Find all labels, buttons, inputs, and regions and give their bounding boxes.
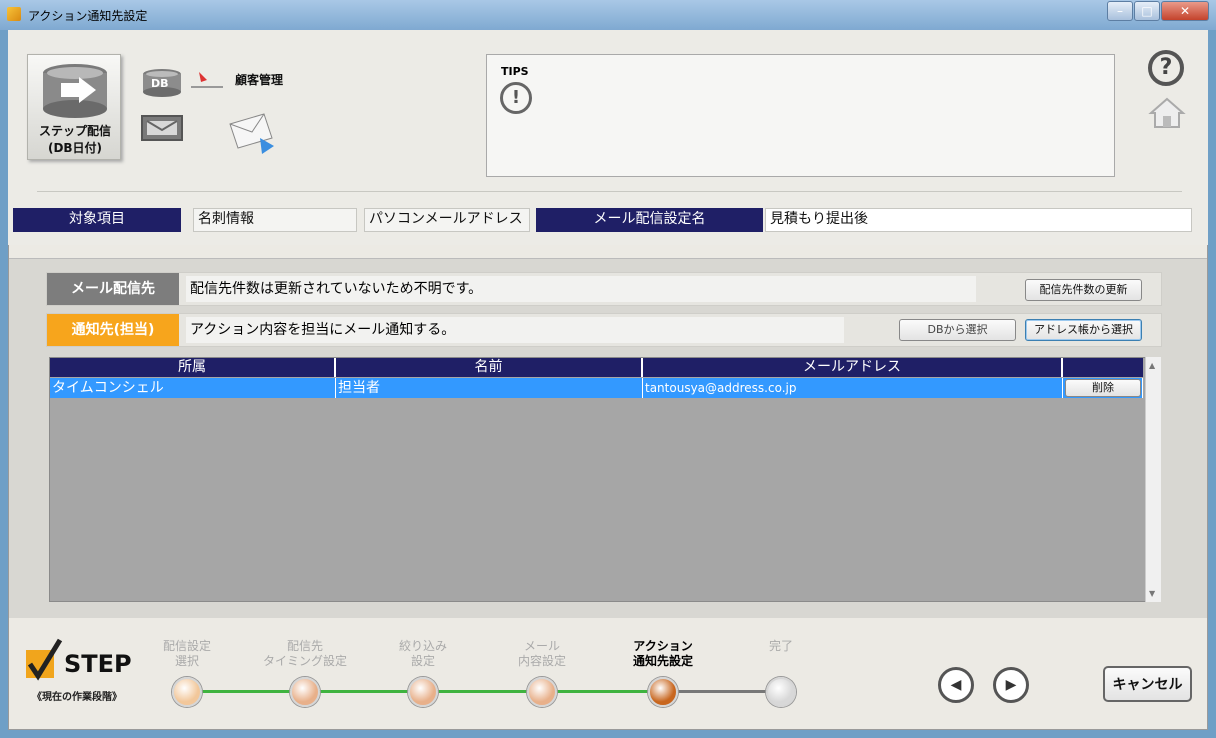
column-header-affiliation[interactable]: 所属 bbox=[50, 358, 336, 377]
step-label-6: 完了 bbox=[726, 639, 836, 654]
step-dot-1 bbox=[172, 677, 202, 707]
home-icon[interactable] bbox=[1148, 96, 1186, 130]
minimize-button[interactable]: – bbox=[1107, 1, 1133, 21]
step-label-line1: メール bbox=[523, 639, 560, 653]
tips-box: TIPS ! bbox=[486, 54, 1115, 177]
column-header-email[interactable]: メールアドレス bbox=[643, 358, 1063, 377]
step-subtitle: 《現在の作業段階》 bbox=[32, 692, 122, 703]
db-export-icon bbox=[43, 64, 107, 118]
divider bbox=[37, 191, 1182, 192]
step-label-line2: 設定 bbox=[410, 654, 435, 668]
select-from-db-button[interactable]: DBから選択 bbox=[899, 319, 1016, 341]
progress-line-remaining bbox=[663, 690, 781, 693]
scroll-down-icon[interactable]: ▼ bbox=[1149, 589, 1155, 598]
db-icon-label: DB bbox=[151, 77, 169, 90]
step-delivery-tile[interactable]: ステップ配信 (DB日付) bbox=[27, 54, 121, 160]
close-button[interactable]: ✕ bbox=[1161, 1, 1209, 21]
step-dot-2 bbox=[290, 677, 320, 707]
step-logo: STEP bbox=[64, 650, 132, 678]
step-dot-4 bbox=[527, 677, 557, 707]
step-label-line1: 配信設定 bbox=[162, 639, 211, 653]
select-from-addressbook-button[interactable]: アドレス帳から選択 bbox=[1025, 319, 1142, 341]
cell-affiliation: タイムコンシェル bbox=[50, 378, 336, 398]
recipient-table: 所属 名前 メールアドレス タイムコンシェル 担当者 tantousya@add… bbox=[49, 357, 1161, 602]
title-bar: アクション通知先設定 – □ ✕ bbox=[0, 0, 1216, 30]
exclamation-icon: ! bbox=[500, 82, 532, 114]
step-panel bbox=[9, 618, 1207, 729]
update-count-button[interactable]: 配信先件数の更新 bbox=[1025, 279, 1142, 301]
maximize-button[interactable]: □ bbox=[1134, 1, 1160, 21]
sql-server-icon bbox=[189, 70, 225, 92]
table-scrollbar[interactable]: ▲ ▼ bbox=[1145, 357, 1161, 602]
delete-button[interactable]: 削除 bbox=[1065, 379, 1141, 397]
step-label-line2: 内容設定 bbox=[517, 654, 566, 668]
cancel-button[interactable]: キャンセル bbox=[1103, 666, 1192, 702]
tips-label: TIPS bbox=[501, 65, 529, 78]
cell-name: 担当者 bbox=[336, 378, 643, 398]
scroll-up-icon[interactable]: ▲ bbox=[1149, 361, 1155, 370]
step-tile-line1: ステップ配信 bbox=[38, 124, 111, 138]
step-label-line1: アクション bbox=[633, 639, 693, 653]
help-icon[interactable]: ? bbox=[1148, 50, 1184, 86]
target-value-card: 名刺情報 bbox=[193, 208, 357, 232]
step-tile-line2: (DB日付) bbox=[47, 141, 103, 155]
cell-action: 削除 bbox=[1063, 378, 1143, 398]
step-dot-6 bbox=[766, 677, 796, 707]
step-label-line1: 配信先 bbox=[286, 639, 323, 653]
window-title: アクション通知先設定 bbox=[28, 9, 148, 23]
step-tile-label: ステップ配信 (DB日付) bbox=[28, 123, 122, 157]
setting-name-value: 見積もり提出後 bbox=[765, 208, 1192, 232]
notify-text: アクション内容を担当にメール通知する。 bbox=[186, 317, 844, 343]
step-label-4: メール 内容設定 bbox=[487, 639, 597, 669]
step-check-icon bbox=[24, 636, 63, 681]
mail-delivery-label: メール配信先 bbox=[47, 273, 179, 305]
db-name: 顧客管理 bbox=[235, 73, 284, 87]
target-item-label: 対象項目 bbox=[13, 208, 181, 232]
step-dot-3 bbox=[408, 677, 438, 707]
step-label-line2: 通知先設定 bbox=[632, 654, 693, 668]
step-label-5: アクション 通知先設定 bbox=[608, 639, 718, 669]
target-value-email: パソコンメールアドレス bbox=[364, 208, 530, 232]
prev-step-button[interactable]: ◀ bbox=[938, 667, 974, 703]
step-label-line2: タイミング設定 bbox=[262, 654, 347, 668]
mail-icon bbox=[141, 115, 183, 141]
step-dot-5 bbox=[648, 677, 678, 707]
app-icon bbox=[7, 7, 21, 21]
database-icon: DB bbox=[141, 68, 183, 98]
table-row[interactable]: タイムコンシェル 担当者 tantousya@address.co.jp 削除 bbox=[50, 378, 1143, 398]
step-label-line1: 絞り込み bbox=[398, 639, 447, 653]
step-label-1: 配信設定 選択 bbox=[132, 639, 242, 669]
mail-delivery-text: 配信先件数は更新されていないため不明です。 bbox=[186, 276, 976, 302]
step-label-line2: 選択 bbox=[174, 654, 199, 668]
next-step-button[interactable]: ▶ bbox=[993, 667, 1029, 703]
column-header-name[interactable]: 名前 bbox=[336, 358, 643, 377]
cell-email: tantousya@address.co.jp bbox=[643, 378, 1063, 398]
setting-name-label: メール配信設定名 bbox=[536, 208, 763, 232]
column-header-action bbox=[1063, 358, 1143, 377]
step-label-2: 配信先 タイミング設定 bbox=[250, 639, 360, 669]
notify-label: 通知先(担当) bbox=[47, 314, 179, 346]
step-label-3: 絞り込み 設定 bbox=[368, 639, 478, 669]
send-mail-icon bbox=[226, 108, 278, 156]
step-label-line1: 完了 bbox=[768, 639, 793, 653]
